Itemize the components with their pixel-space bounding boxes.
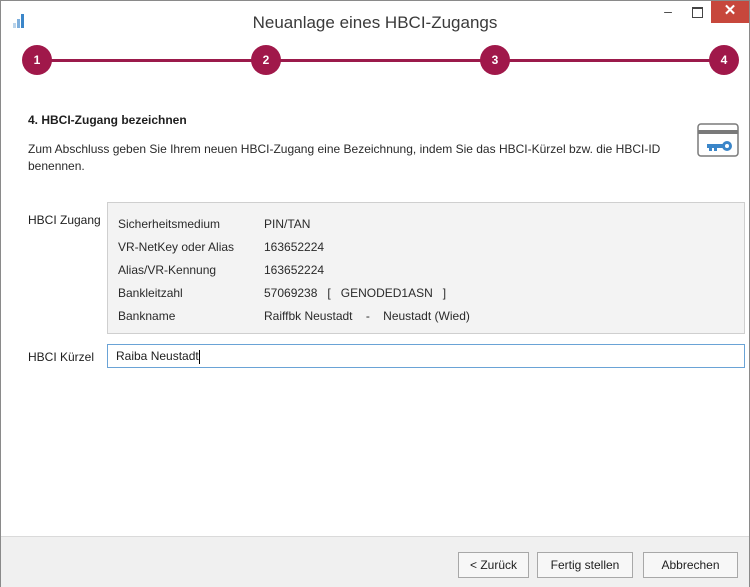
button-bar: < Zurück Fertig stellen Abbrechen xyxy=(1,536,749,587)
dialog-window: Neuanlage eines HBCI-Zugangs – ✕ 1 2 3 4… xyxy=(0,0,750,587)
window-title: Neuanlage eines HBCI-Zugangs xyxy=(252,13,498,32)
cancel-button[interactable]: Abbrechen xyxy=(643,552,738,578)
close-icon: ✕ xyxy=(723,2,737,19)
detail-key: Bankleitzahl xyxy=(118,286,183,300)
hbci-kuerzel-label: HBCI Kürzel xyxy=(28,350,95,364)
hbci-zugang-label: HBCI Zugang xyxy=(28,213,101,227)
section-description: Zum Abschluss geben Sie Ihrem neuen HBCI… xyxy=(28,142,661,173)
title-bar: Neuanlage eines HBCI-Zugangs – ✕ xyxy=(1,1,749,39)
stepper-line xyxy=(41,59,719,62)
key-card-icon xyxy=(697,123,739,157)
minimize-icon: – xyxy=(664,3,672,19)
step-1: 1 xyxy=(22,45,52,75)
hbci-zugang-details: Sicherheitsmedium PIN/TAN VR-NetKey oder… xyxy=(107,202,745,334)
maximize-icon xyxy=(692,7,703,18)
close-button[interactable]: ✕ xyxy=(711,1,749,23)
wizard-stepper: 1 2 3 4 xyxy=(1,41,749,81)
detail-key: VR-NetKey oder Alias xyxy=(118,240,235,254)
step-3: 3 xyxy=(480,45,510,75)
detail-key: Alias/VR-Kennung xyxy=(118,263,217,277)
detail-value: PIN/TAN xyxy=(264,217,311,231)
detail-value: 163652224 xyxy=(264,263,325,277)
finish-button[interactable]: Fertig stellen xyxy=(537,552,633,578)
detail-value: Raiffbk Neustadt - Neustadt (Wied) xyxy=(264,309,470,323)
detail-value: 57069238 [ GENODED1ASN ] xyxy=(264,286,447,300)
hbci-kuerzel-value: Raiba Neustadt xyxy=(116,349,199,363)
text-caret xyxy=(198,349,200,364)
back-button[interactable]: < Zurück xyxy=(458,552,529,578)
hbci-kuerzel-input[interactable]: Raiba Neustadt xyxy=(107,344,745,368)
detail-value: 163652224 xyxy=(264,240,325,254)
minimize-button[interactable]: – xyxy=(655,1,681,23)
section-heading: 4. HBCI-Zugang bezeichnen xyxy=(28,113,187,127)
detail-key: Bankname xyxy=(118,309,176,323)
step-2: 2 xyxy=(251,45,281,75)
maximize-button[interactable] xyxy=(684,1,710,23)
detail-key: Sicherheitsmedium xyxy=(118,217,221,231)
step-4: 4 xyxy=(709,45,739,75)
